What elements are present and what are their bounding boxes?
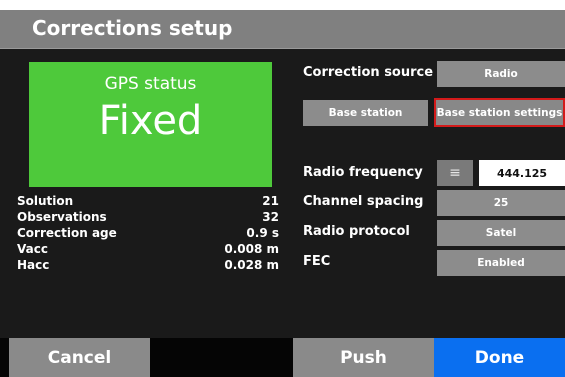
base-station-settings-button[interactable]: Base station settings [434, 98, 565, 127]
stat-row-observations: Observations 32 [17, 210, 279, 226]
gnss-stats: Solution 21 Observations 32 Correction a… [17, 194, 279, 274]
page-title: Corrections setup [32, 16, 233, 40]
stat-value: 32 [262, 210, 279, 224]
channel-spacing-button[interactable]: 25 [437, 190, 565, 216]
stat-row-correction-age: Correction age 0.9 s [17, 226, 279, 242]
correction-source-label: Correction source [303, 65, 434, 80]
stat-row-solution: Solution 21 [17, 194, 279, 210]
stat-value: 0.028 m [224, 258, 279, 272]
footer-bar: Cancel Push Done [0, 338, 565, 377]
gps-status-label: GPS status [104, 74, 197, 94]
done-button[interactable]: Done [434, 338, 565, 377]
stat-key: Correction age [17, 226, 117, 240]
stat-value: 0.008 m [224, 242, 279, 256]
stat-key: Observations [17, 210, 107, 224]
menu-icon[interactable]: ≡ [437, 160, 473, 186]
stat-row-hacc: Hacc 0.028 m [17, 258, 279, 274]
content-panel: GPS status Fixed Solution 21 Observation… [0, 49, 565, 338]
stat-key: Solution [17, 194, 74, 208]
stat-value: 21 [262, 194, 279, 208]
radio-protocol-label: Radio protocol [303, 224, 410, 239]
correction-source-button[interactable]: Radio [437, 61, 565, 87]
base-station-button[interactable]: Base station [303, 100, 428, 126]
settings-column: Correction source Radio Base station Bas… [303, 49, 565, 338]
radio-frequency-label: Radio frequency [303, 165, 423, 180]
title-bar: Corrections setup [0, 10, 565, 49]
fec-label: FEC [303, 254, 331, 269]
corrections-setup-screen: Corrections setup GPS status Fixed Solut… [0, 10, 565, 377]
channel-spacing-label: Channel spacing [303, 194, 424, 209]
gps-status-box: GPS status Fixed [29, 62, 272, 187]
stat-value: 0.9 s [246, 226, 279, 240]
stat-key: Vacc [17, 242, 48, 256]
stat-key: Hacc [17, 258, 50, 272]
stat-row-vacc: Vacc 0.008 m [17, 242, 279, 258]
radio-protocol-button[interactable]: Satel [437, 220, 565, 246]
push-button[interactable]: Push [293, 338, 434, 377]
radio-frequency-field[interactable]: 444.125 [479, 160, 565, 186]
cancel-button[interactable]: Cancel [9, 338, 150, 377]
gps-status-value: Fixed [98, 98, 203, 144]
fec-button[interactable]: Enabled [437, 250, 565, 276]
